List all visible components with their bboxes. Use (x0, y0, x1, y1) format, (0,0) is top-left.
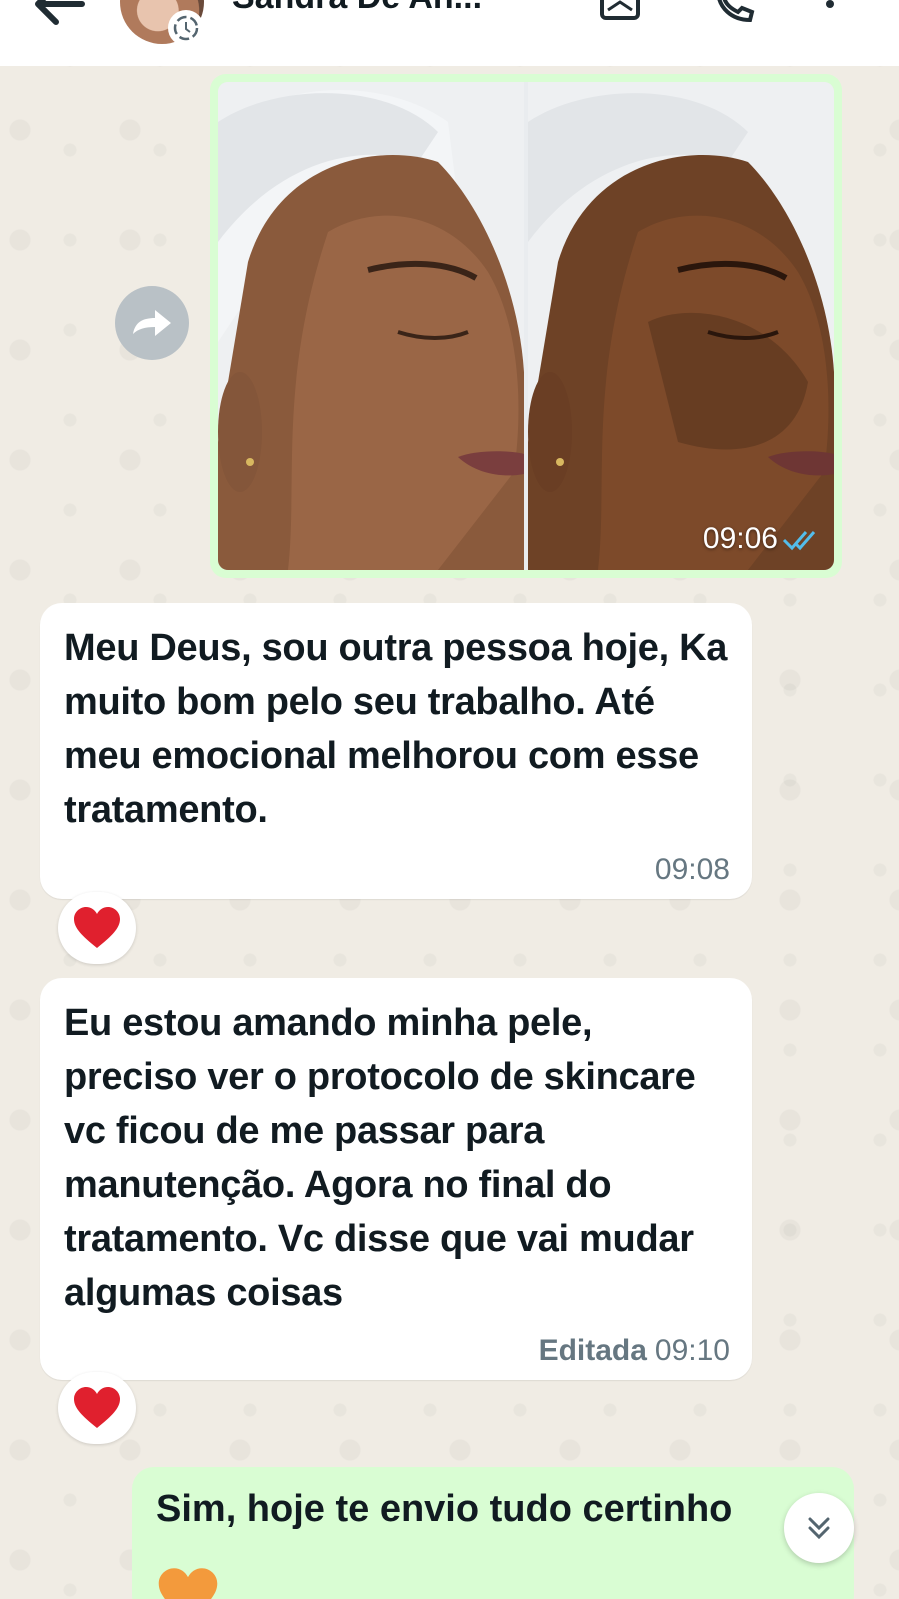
chat-header: Sandra De An... (0, 0, 899, 66)
edited-label: Editada (538, 1334, 647, 1367)
message-text: Eu estou amando minha pele, preciso ver … (64, 1002, 696, 1314)
heart-reaction[interactable] (58, 1372, 136, 1444)
outgoing-message[interactable]: Sim, hoje te envio tudo certinho (132, 1467, 854, 1599)
photo-before (528, 82, 834, 570)
message-text: Meu Deus, sou outra pessoa hoje, Ka muit… (64, 627, 728, 831)
message-time: 09:06 (702, 522, 778, 555)
message-time: 09:08 (654, 853, 730, 886)
forward-icon (133, 310, 171, 336)
more-vert-icon[interactable] (820, 0, 840, 22)
heart-icon (74, 1387, 120, 1428)
read-receipt-icon (782, 531, 816, 551)
heart-reaction[interactable] (58, 892, 136, 964)
incoming-message[interactable]: Eu estou amando minha pele, preciso ver … (40, 978, 752, 1380)
contact-name[interactable]: Sandra De An... (232, 0, 482, 17)
before-after-image[interactable]: 09:06 (218, 82, 834, 570)
video-call-icon[interactable] (598, 0, 642, 22)
photo-after (218, 82, 524, 570)
double-chevron-down-icon (808, 1517, 830, 1540)
scroll-to-bottom-button[interactable] (784, 1493, 854, 1563)
forward-button[interactable] (115, 286, 189, 360)
image-message[interactable]: 09:06 (210, 74, 842, 578)
status-ring-icon (168, 10, 204, 46)
back-arrow-icon[interactable] (30, 0, 90, 32)
message-time: 09:10 (654, 1334, 730, 1367)
orange-heart-emoji (158, 1568, 218, 1599)
message-meta: Editada 09:10 (539, 1334, 730, 1368)
phone-icon[interactable] (712, 0, 756, 22)
heart-icon (74, 907, 120, 948)
incoming-message[interactable]: Meu Deus, sou outra pessoa hoje, Ka muit… (40, 603, 752, 899)
message-text: Sim, hoje te envio tudo certinho (156, 1488, 733, 1530)
